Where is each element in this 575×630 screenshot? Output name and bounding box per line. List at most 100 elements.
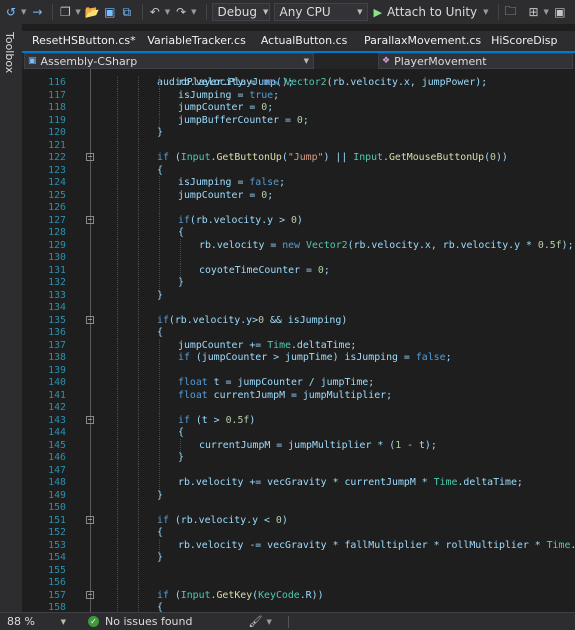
collapse-region-icon[interactable]: − xyxy=(86,315,94,324)
indent-guide xyxy=(138,126,139,139)
open-file-icon[interactable]: 📂 xyxy=(85,2,100,22)
new-project-dropdown-icon[interactable]: ▼ xyxy=(75,8,80,16)
indent-guide xyxy=(138,588,139,602)
indent-guide xyxy=(117,238,118,252)
zoom-dropdown[interactable]: 88 % ▼ xyxy=(0,615,70,628)
toolbox-tab[interactable]: Toolbox xyxy=(3,32,16,73)
indent-guide xyxy=(117,88,118,102)
collapse-region-icon[interactable]: − xyxy=(86,590,94,599)
code-token: new xyxy=(282,239,307,251)
code-token: GetButtonUp xyxy=(216,152,282,163)
code-token: ; xyxy=(279,177,286,188)
code-token: } xyxy=(178,277,184,288)
back-dropdown-icon[interactable]: ▼ xyxy=(21,8,26,16)
indent-guide xyxy=(138,238,139,252)
indent-guide xyxy=(138,251,139,264)
undo-dropdown-icon[interactable]: ▼ xyxy=(165,8,170,16)
save-all-icon[interactable]: ⧉ xyxy=(120,2,134,22)
solution-platform-dropdown[interactable]: Any CPU ▼ xyxy=(273,3,368,21)
code-token: float xyxy=(178,377,214,388)
code-text: jumpBufferCounter = 0; xyxy=(178,114,309,127)
indent-guide xyxy=(138,176,139,189)
indent-guide xyxy=(159,263,160,277)
folder-icon[interactable]: 🗀 xyxy=(504,2,518,22)
redo-dropdown-icon[interactable]: ▼ xyxy=(191,8,196,16)
camera-icon[interactable]: ▣ xyxy=(553,2,567,22)
solution-configuration-dropdown[interactable]: Debug ▼ xyxy=(211,3,270,21)
line-number: 131 xyxy=(48,264,66,276)
code-text: if(rb.velocity.y>0 && isJumping) xyxy=(157,314,347,327)
redo-icon[interactable]: ↷ xyxy=(174,2,188,22)
line-number: 152 xyxy=(48,527,66,538)
tab-reset-hs-button[interactable]: ResetHSButton.cs* xyxy=(22,31,137,51)
indent-guide xyxy=(138,88,139,102)
type-dropdown[interactable]: ❖ PlayerMovement xyxy=(378,53,573,69)
line-number: 150 xyxy=(48,502,66,513)
code-token: float xyxy=(178,389,214,401)
collapse-region-icon[interactable]: − xyxy=(86,415,94,424)
code-text: { xyxy=(157,601,163,612)
indent-guide xyxy=(138,463,139,477)
tab-label: HiScoreDisp xyxy=(491,34,558,47)
code-token: )) xyxy=(495,152,508,163)
line-number: 120 xyxy=(48,127,66,138)
tab-actual-button[interactable]: ActualButton.cs xyxy=(251,31,354,51)
tab-parallax-movement[interactable]: ParallaxMovement.cs xyxy=(354,31,481,51)
indent-guide xyxy=(159,376,160,389)
code-token: jumpCounter = xyxy=(178,189,262,201)
attach-to-unity-button[interactable]: ▶ Attach to Unity ▼ xyxy=(374,5,493,19)
indent-guide xyxy=(138,351,139,364)
line-number: 147 xyxy=(48,464,66,476)
code-token: t = jumpCounter / jumpTime; xyxy=(213,377,375,388)
undo-icon[interactable]: ↶ xyxy=(148,2,162,22)
line-number: 135 xyxy=(48,314,66,326)
tab-variable-tracker[interactable]: VariableTracker.cs xyxy=(137,31,250,51)
code-token: - t); xyxy=(401,439,437,451)
line-number: 137 xyxy=(48,339,66,351)
code-token: Time xyxy=(433,477,458,488)
line-number: 139 xyxy=(48,364,66,376)
indent-guide xyxy=(159,538,160,552)
indent-guide xyxy=(138,538,139,552)
code-text: jumpCounter = 0; xyxy=(178,189,273,202)
save-icon[interactable]: ▣ xyxy=(103,2,117,22)
code-editor[interactable]: audioPlayer.PlayJump(); 116 rb.velocity =… xyxy=(22,69,575,612)
code-cleanup-icon[interactable]: 🖌 xyxy=(248,615,262,628)
code-text: float currentJumpM = jumpMultiplier; xyxy=(178,389,392,402)
issues-label: No issues found xyxy=(105,615,193,628)
line-number: 143 xyxy=(48,414,66,426)
code-text: { xyxy=(157,526,163,539)
run-dropdown-icon[interactable]: ▼ xyxy=(483,8,488,16)
indent-guide xyxy=(159,438,160,452)
toolbar-separator xyxy=(205,4,207,20)
diagnostics-icon[interactable]: ⊞ xyxy=(527,2,541,22)
line-number: 124 xyxy=(48,177,66,188)
collapse-region-icon[interactable]: − xyxy=(86,515,94,524)
issues-indicator[interactable]: ✓ No issues found xyxy=(88,615,192,628)
code-token: ; xyxy=(302,114,309,126)
indent-guide xyxy=(117,251,118,264)
new-project-icon[interactable]: ❐ xyxy=(58,2,72,22)
indent-guide xyxy=(117,438,118,452)
tab-hi-score-disp[interactable]: HiScoreDisp xyxy=(481,31,575,51)
collapse-region-icon[interactable]: − xyxy=(86,215,94,224)
diagnostics-dropdown-icon[interactable]: ▼ xyxy=(544,8,549,16)
back-arrow-icon[interactable]: ↺ xyxy=(4,2,18,22)
forward-arrow-icon[interactable]: → xyxy=(30,2,44,22)
navigation-bar: ▣ Assembly-CSharp ▼ ❖ PlayerMovement xyxy=(22,53,575,69)
toolbar-separator xyxy=(52,4,54,20)
indent-guide xyxy=(117,363,118,377)
code-text: jumpCounter = 0; xyxy=(178,101,273,114)
indent-guide xyxy=(138,263,139,277)
indent-guide xyxy=(159,388,160,402)
code-token: (rb.velocity.y> xyxy=(168,314,259,326)
code-token: isJumping = xyxy=(178,89,250,101)
collapse-region-icon[interactable]: − xyxy=(86,153,94,161)
code-cleanup-dropdown-icon[interactable]: ▼ xyxy=(266,618,271,626)
line-number: 141 xyxy=(48,389,66,401)
project-dropdown[interactable]: ▣ Assembly-CSharp ▼ xyxy=(24,53,314,69)
code-token: rb.velocity = xyxy=(199,239,283,251)
code-token: .R)) xyxy=(299,589,324,601)
indent-guide xyxy=(138,188,139,202)
indent-guide xyxy=(159,276,160,289)
